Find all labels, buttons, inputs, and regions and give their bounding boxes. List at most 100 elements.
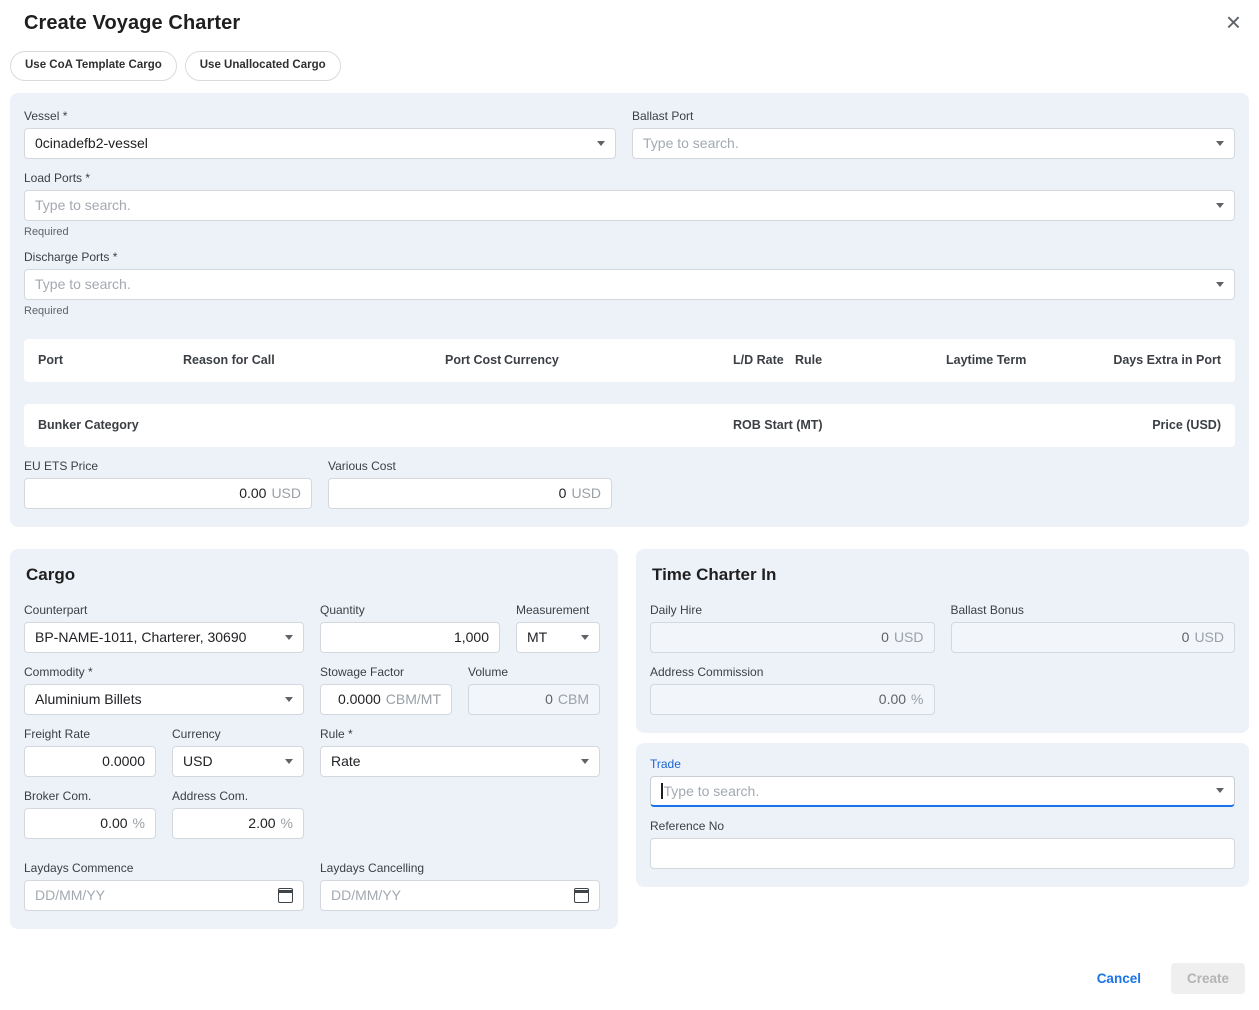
various-cost-input[interactable]: 0 USD [328,478,612,509]
laydays-commence-input[interactable] [24,880,304,911]
address-commission-field: Address Commission 0.00 % [650,665,935,715]
quantity-field: Quantity 1,000 [320,603,500,653]
laydays-cancelling-field: Laydays Cancelling [320,861,600,911]
freight-rate-label: Freight Rate [24,727,156,741]
cancel-button[interactable]: Cancel [1097,971,1141,986]
load-ports-field: Load Ports * Required [24,171,1235,238]
reference-no-label: Reference No [650,819,1235,833]
commodity-label: Commodity * [24,665,304,679]
address-com-label: Address Com. [172,789,304,803]
address-com-field: Address Com. 2.00 % [172,789,304,839]
reference-no-text-input[interactable] [661,845,1224,861]
daily-hire-input[interactable]: 0 USD [650,622,935,653]
counterpart-select[interactable]: BP-NAME-1011, Charterer, 30690 [24,622,304,653]
freight-rate-field: Freight Rate 0.0000 [24,727,156,777]
dialog-title: Create Voyage Charter [24,12,240,35]
broker-com-unit: % [133,815,145,831]
eu-ets-price-label: EU ETS Price [24,459,312,473]
bunker-table-header: Bunker Category ROB Start (MT) Price (US… [24,404,1235,447]
counterpart-value: BP-NAME-1011, Charterer, 30690 [35,629,277,645]
measurement-label: Measurement [516,603,600,617]
trade-input[interactable] [664,783,1209,799]
discharge-ports-field: Discharge Ports * Required [24,250,1235,317]
laydays-cancelling-input[interactable] [320,880,600,911]
rule-field: Rule * Rate [320,727,600,777]
dropdown-arrow-icon [581,759,589,764]
dropdown-arrow-icon [1216,788,1224,793]
ballast-bonus-input[interactable]: 0 USD [951,622,1236,653]
trade-field: Trade [650,757,1235,807]
ballast-bonus-field: Ballast Bonus 0 USD [951,603,1236,653]
laydays-commence-text-input[interactable] [35,887,270,903]
currency-label: Currency [172,727,304,741]
rule-label: Rule * [320,727,600,741]
daily-hire-field: Daily Hire 0 USD [650,603,935,653]
address-com-input[interactable]: 2.00 % [172,808,304,839]
vessel-label: Vessel * [24,109,616,123]
load-ports-required-helper: Required [24,226,1235,238]
laydays-cancelling-text-input[interactable] [331,887,566,903]
cargo-panel: Cargo Counterpart BP-NAME-1011, Chartere… [10,549,618,929]
text-cursor [661,783,663,799]
daily-hire-value: 0 [881,629,889,645]
cargo-title: Cargo [26,565,604,585]
quantity-label: Quantity [320,603,500,617]
use-coa-template-cargo-button[interactable]: Use CoA Template Cargo [10,51,177,81]
ballast-port-input[interactable] [643,135,1208,151]
volume-unit: CBM [558,691,589,707]
commodity-select[interactable]: Aluminium Billets [24,684,304,715]
laydays-commence-field: Laydays Commence [24,861,304,911]
reference-no-field: Reference No [650,819,1235,869]
calendar-icon[interactable] [574,888,589,903]
laydays-commence-label: Laydays Commence [24,861,304,875]
measurement-value: MT [527,629,573,645]
close-icon[interactable]: × [1226,12,1241,32]
stowage-factor-value: 0.0000 [338,691,381,707]
measurement-select[interactable]: MT [516,622,600,653]
load-ports-label: Load Ports * [24,171,1235,185]
discharge-ports-input[interactable] [35,276,1208,292]
bunker-col-rob-start: ROB Start (MT) [733,418,823,432]
currency-select[interactable]: USD [172,746,304,777]
eu-ets-price-input[interactable]: 0.00 USD [24,478,312,509]
commodity-value: Aluminium Billets [35,691,277,707]
broker-com-input[interactable]: 0.00 % [24,808,156,839]
various-cost-value: 0 [559,485,567,501]
load-ports-select[interactable] [24,190,1235,221]
dropdown-arrow-icon [1216,141,1224,146]
vessel-select[interactable]: 0cinadefb2-vessel [24,128,616,159]
dropdown-arrow-icon [1216,282,1224,287]
volume-input[interactable]: 0 CBM [468,684,600,715]
address-commission-input[interactable]: 0.00 % [650,684,935,715]
voyage-details-panel: Vessel * 0cinadefb2-vessel Ballast Port … [10,93,1249,527]
address-commission-unit: % [911,691,923,707]
ports-col-ld-rate: L/D Rate [733,353,784,367]
broker-com-label: Broker Com. [24,789,156,803]
quantity-input[interactable]: 1,000 [320,622,500,653]
various-cost-unit: USD [571,485,601,501]
time-charter-in-title: Time Charter In [652,565,1235,585]
address-commission-label: Address Commission [650,665,935,679]
load-ports-input[interactable] [35,197,1208,213]
address-commission-value: 0.00 [879,691,906,707]
rule-select[interactable]: Rate [320,746,600,777]
time-charter-in-panel: Time Charter In Daily Hire 0 USD Ballast… [636,549,1249,733]
ballast-port-select[interactable] [632,128,1235,159]
ballast-bonus-unit: USD [1194,629,1224,645]
address-com-value: 2.00 [248,815,275,831]
ballast-bonus-label: Ballast Bonus [951,603,1236,617]
dropdown-arrow-icon [285,759,293,764]
stowage-factor-input[interactable]: 0.0000 CBM/MT [320,684,452,715]
create-button[interactable]: Create [1171,963,1245,994]
ports-col-rule: Rule [795,353,822,367]
freight-rate-input[interactable]: 0.0000 [24,746,156,777]
broker-com-field: Broker Com. 0.00 % [24,789,156,839]
trade-select[interactable] [650,776,1235,807]
commodity-field: Commodity * Aluminium Billets [24,665,304,715]
use-unallocated-cargo-button[interactable]: Use Unallocated Cargo [185,51,341,81]
bunker-col-category: Bunker Category [38,418,139,432]
calendar-icon[interactable] [278,888,293,903]
laydays-cancelling-label: Laydays Cancelling [320,861,600,875]
reference-no-input[interactable] [650,838,1235,869]
discharge-ports-select[interactable] [24,269,1235,300]
